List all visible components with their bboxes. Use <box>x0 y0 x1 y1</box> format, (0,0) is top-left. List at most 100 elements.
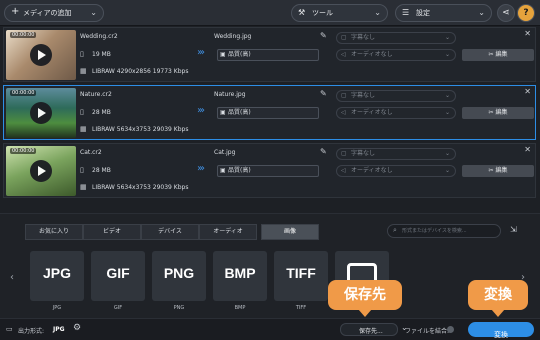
format-logo-text: JPG <box>42 265 71 281</box>
format-search-input[interactable]: ⌕ 形式またはデバイスを検索... <box>387 224 501 238</box>
play-icon[interactable] <box>30 44 52 66</box>
save-callout-pointer <box>358 309 372 317</box>
file-card[interactable]: 00:00:00 Cat.cr2 ▯ 28 MB ▦ LIBRAW 5634x3… <box>3 143 536 198</box>
edit-button[interactable]: ✂ 編集 <box>462 165 534 177</box>
tab-favorites[interactable]: お気に入り <box>25 224 83 240</box>
file-icon: ▯ <box>80 166 84 174</box>
chevron-down-icon: ⌄ <box>444 150 450 157</box>
file-thumbnail[interactable]: 00:00:00 <box>6 146 76 196</box>
tools-icon: ⚒ <box>298 8 306 17</box>
format-caption: PNG <box>173 305 185 311</box>
plus-icon: + <box>11 6 20 17</box>
quality-label: 品質(高) <box>228 109 251 116</box>
file-meta: LIBRAW 5634x3753 29039 Kbps <box>92 184 189 191</box>
close-icon[interactable]: ✕ <box>524 145 531 154</box>
convert-arrow-icon: ››› <box>197 163 205 174</box>
file-icon: ▯ <box>80 50 84 58</box>
chevron-down-icon: ⌄ <box>444 92 450 99</box>
format-caption: JPG <box>52 305 62 311</box>
file-icon: ▯ <box>80 108 84 116</box>
chevron-down-icon: ⌄ <box>444 34 450 41</box>
edit-button[interactable]: ✂ 編集 <box>462 107 534 119</box>
convert-button[interactable]: 変換 <box>468 322 534 339</box>
subtitle-dropdown[interactable]: ▢ 字幕なし ⌄ <box>336 148 456 160</box>
format-logo-text: BMP <box>224 265 256 281</box>
save-to-callout: 保存先 <box>328 280 402 310</box>
output-file-name: Nature.jpg <box>214 91 246 98</box>
play-icon[interactable] <box>30 102 52 124</box>
file-name: Nature.cr2 <box>80 91 112 98</box>
file-card[interactable]: 00:00:00 Wedding.cr2 ▯ 19 MB ▦ LIBRAW 42… <box>3 27 536 82</box>
gear-icon[interactable]: ⚙ <box>73 323 81 333</box>
rename-pencil-icon[interactable]: ✎ <box>320 147 327 156</box>
format-tile-gif[interactable]: GIF <box>91 251 145 301</box>
file-name: Cat.cr2 <box>80 149 102 156</box>
output-file-name: Wedding.jpg <box>214 33 252 40</box>
image-format-icon: ▣ <box>220 51 226 58</box>
help-icon: ? <box>523 8 529 18</box>
share-icon: ⋖ <box>502 8 510 18</box>
file-card[interactable]: 00:00:00 Nature.cr2 ▯ 28 MB ▦ LIBRAW 563… <box>3 85 536 140</box>
file-thumbnail[interactable]: 00:00:00 <box>6 30 76 80</box>
subtitle-dropdown[interactable]: ▢ 字幕なし ⌄ <box>336 32 456 44</box>
help-button[interactable]: ? <box>517 4 535 22</box>
play-icon[interactable] <box>30 160 52 182</box>
rename-pencil-icon[interactable]: ✎ <box>320 89 327 98</box>
close-icon[interactable]: ✕ <box>524 29 531 38</box>
save-to-dropdown[interactable]: 保存先... <box>340 323 398 336</box>
tab-images[interactable]: 画像 <box>261 224 319 240</box>
scroll-left-icon[interactable]: ‹ <box>10 272 14 283</box>
close-icon[interactable]: ✕ <box>524 87 531 96</box>
subtitle-dropdown[interactable]: ▢ 字幕なし ⌄ <box>336 90 456 102</box>
chevron-down-icon: ⌄ <box>90 8 97 17</box>
search-placeholder: 形式またはデバイスを検索... <box>402 228 467 234</box>
format-tile-tiff[interactable]: TIFF <box>274 251 328 301</box>
collapse-panel-icon[interactable]: ⇲ <box>510 225 517 234</box>
file-size: 19 MB <box>92 51 111 58</box>
subtitle-label: 字幕なし <box>351 92 376 99</box>
tools-button[interactable]: ⚒ ツール ⌄ <box>291 4 388 22</box>
output-quality-dropdown[interactable]: ▣ 品質(高) ⌄ <box>217 165 319 177</box>
tab-devices[interactable]: デバイス <box>141 224 199 240</box>
settings-icon: ☰ <box>402 8 410 17</box>
format-tile-jpg[interactable]: JPG <box>30 251 84 301</box>
tab-audio[interactable]: オーディオ <box>199 224 257 240</box>
media-info-icon: ▦ <box>80 125 87 133</box>
subtitle-icon: ▢ <box>341 92 347 99</box>
format-tile-bmp[interactable]: BMP <box>213 251 267 301</box>
share-button[interactable]: ⋖ <box>497 4 515 22</box>
audio-dropdown[interactable]: ◁ オーディオなし ⌄ <box>336 165 456 177</box>
merge-files-toggle[interactable] <box>447 326 454 333</box>
edit-label: 編集 <box>495 167 508 174</box>
quality-label: 品質(高) <box>228 51 251 58</box>
output-file-name: Cat.jpg <box>214 149 236 156</box>
quality-label: 品質(高) <box>228 167 251 174</box>
thumbnail-time: 00:00:00 <box>10 32 37 38</box>
add-media-button[interactable]: + メディアの追加 ⌄ <box>4 4 104 22</box>
speaker-icon: ◁ <box>341 167 346 174</box>
output-quality-dropdown[interactable]: ▣ 品質(高) ⌄ <box>217 107 319 119</box>
tab-video[interactable]: ビデオ <box>83 224 141 240</box>
format-caption: BMP <box>234 305 246 311</box>
top-toolbar: + メディアの追加 ⌄ ⚒ ツール ⌄ ☰ 設定 ⌄ ⋖ ? <box>0 0 540 26</box>
chevron-down-icon: ⌄ <box>444 109 450 116</box>
audio-dropdown[interactable]: ◁ オーディオなし ⌄ <box>336 107 456 119</box>
image-format-icon: ▣ <box>220 167 226 174</box>
output-format-icon: ▭ <box>6 325 13 333</box>
thumbnail-time: 00:00:00 <box>10 90 37 96</box>
edit-label: 編集 <box>495 109 508 116</box>
audio-label: オーディオなし <box>351 109 393 116</box>
format-tile-png[interactable]: PNG <box>152 251 206 301</box>
rename-pencil-icon[interactable]: ✎ <box>320 31 327 40</box>
bottom-bar: ▭ 出力形式: JPG ⚙ 保存先... ⌄ ファイルを結合: 変換 <box>0 318 540 340</box>
add-media-label: メディアの追加 <box>23 9 72 17</box>
subtitle-icon: ▢ <box>341 150 347 157</box>
merge-files-label: ファイルを結合: <box>405 328 450 335</box>
file-size: 28 MB <box>92 167 111 174</box>
edit-label: 編集 <box>495 51 508 58</box>
file-thumbnail[interactable]: 00:00:00 <box>6 88 76 138</box>
edit-button[interactable]: ✂ 編集 <box>462 49 534 61</box>
audio-dropdown[interactable]: ◁ オーディオなし ⌄ <box>336 49 456 61</box>
output-quality-dropdown[interactable]: ▣ 品質(高) ⌄ <box>217 49 319 61</box>
settings-button[interactable]: ☰ 設定 ⌄ <box>395 4 492 22</box>
